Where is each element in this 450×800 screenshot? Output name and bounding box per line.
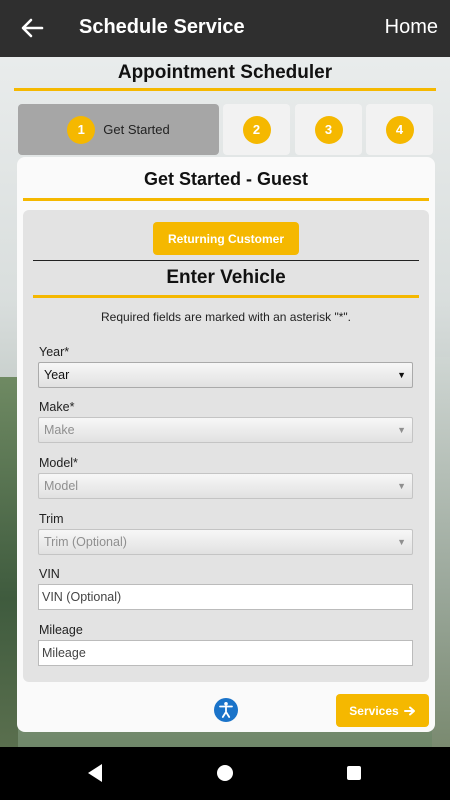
step-tab-4[interactable]: 4 bbox=[366, 104, 433, 155]
system-nav-bar bbox=[0, 747, 450, 800]
step-number: 4 bbox=[385, 115, 414, 144]
background-foliage bbox=[0, 377, 18, 747]
required-note: Required fields are marked with an aster… bbox=[101, 310, 351, 324]
step-number: 1 bbox=[67, 115, 96, 144]
dropdown-caret-icon: ▼ bbox=[397, 370, 406, 380]
dropdown-caret-icon: ▼ bbox=[397, 425, 406, 435]
make-label: Make* bbox=[39, 400, 75, 414]
back-arrow-icon[interactable] bbox=[18, 14, 46, 42]
step-tab-1[interactable]: 1 Get Started bbox=[18, 104, 219, 155]
divider bbox=[33, 260, 419, 261]
services-next-button[interactable]: Services bbox=[336, 694, 429, 727]
step-tab-2[interactable]: 2 bbox=[223, 104, 290, 155]
make-select[interactable]: Make ▼ bbox=[38, 417, 413, 443]
year-select-value: Year bbox=[44, 368, 70, 382]
step-label: Get Started bbox=[103, 122, 170, 137]
vin-label: VIN bbox=[39, 567, 60, 581]
step-tab-3[interactable]: 3 bbox=[295, 104, 362, 155]
app-bar: Schedule Service Home bbox=[0, 0, 450, 57]
model-label: Model* bbox=[39, 456, 78, 470]
year-select[interactable]: Year ▼ bbox=[38, 362, 413, 388]
mileage-input[interactable]: Mileage bbox=[38, 640, 413, 666]
page-title: Appointment Scheduler bbox=[14, 59, 436, 91]
arrow-right-icon bbox=[403, 706, 415, 715]
nav-recents-icon[interactable] bbox=[347, 766, 361, 780]
model-select-value: Model bbox=[44, 479, 79, 493]
accessibility-icon[interactable] bbox=[214, 698, 238, 722]
app-bar-title: Schedule Service bbox=[79, 16, 245, 38]
dropdown-caret-icon: ▼ bbox=[397, 537, 406, 547]
trim-select-value: Trim (Optional) bbox=[44, 535, 127, 549]
step-tabs: 1 Get Started 2 3 4 bbox=[18, 104, 434, 156]
mileage-label: Mileage bbox=[39, 623, 83, 637]
vin-input[interactable]: VIN (Optional) bbox=[38, 584, 413, 610]
nav-back-icon[interactable] bbox=[86, 762, 104, 784]
make-select-value: Make bbox=[44, 423, 75, 437]
services-button-label: Services bbox=[349, 703, 399, 718]
nav-home-icon[interactable] bbox=[217, 765, 233, 781]
dropdown-caret-icon: ▼ bbox=[397, 481, 406, 491]
vehicle-section-title: Enter Vehicle bbox=[33, 267, 419, 298]
home-link[interactable]: Home bbox=[385, 16, 438, 39]
vehicle-form: Returning Customer Enter Vehicle Require… bbox=[23, 210, 429, 682]
step-number: 2 bbox=[242, 115, 271, 144]
model-select[interactable]: Model ▼ bbox=[38, 473, 413, 499]
returning-customer-button[interactable]: Returning Customer bbox=[153, 222, 299, 255]
guest-card: Get Started - Guest Returning Customer E… bbox=[17, 157, 435, 732]
trim-select[interactable]: Trim (Optional) ▼ bbox=[38, 529, 413, 555]
main-content: Appointment Scheduler 1 Get Started 2 3 … bbox=[0, 57, 450, 747]
year-label: Year* bbox=[39, 345, 70, 359]
trim-label: Trim bbox=[39, 512, 64, 526]
card-title: Get Started - Guest bbox=[23, 169, 429, 201]
step-number: 3 bbox=[314, 115, 343, 144]
